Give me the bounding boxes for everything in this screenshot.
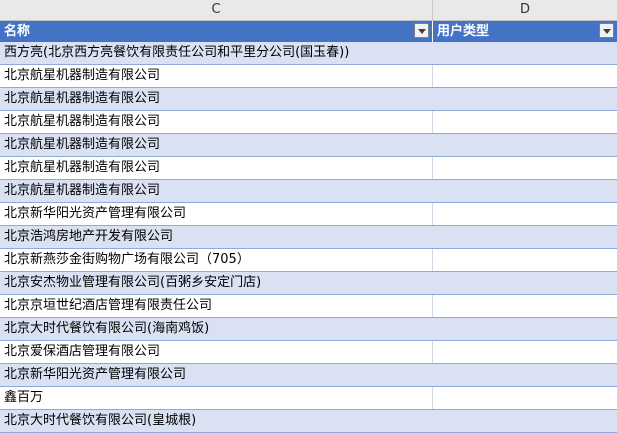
header-cell-user-type[interactable]: 用户类型	[433, 21, 617, 42]
user-type-cell[interactable]	[433, 42, 617, 64]
user-type-cell[interactable]	[433, 318, 617, 340]
table-row: 北京浩鸿房地产开发有限公司	[0, 226, 617, 249]
name-cell[interactable]: 北京新华阳光资产管理有限公司	[0, 364, 433, 386]
spreadsheet: C D 名称 用户类型 西方亮(北京西方亮餐饮有限责任公司和平里分公司(国玉春)…	[0, 0, 617, 433]
name-cell[interactable]: 北京航星机器制造有限公司	[0, 157, 433, 179]
name-cell[interactable]: 北京京垣世纪酒店管理有限责任公司	[0, 295, 433, 317]
table-row: 北京新燕莎金街购物广场有限公司（705）	[0, 249, 617, 272]
name-cell[interactable]: 北京航星机器制造有限公司	[0, 180, 433, 202]
table-row: 北京航星机器制造有限公司	[0, 134, 617, 157]
name-cell[interactable]: 北京爱保酒店管理有限公司	[0, 341, 433, 363]
name-cell[interactable]: 北京航星机器制造有限公司	[0, 111, 433, 133]
user-type-cell[interactable]	[433, 387, 617, 409]
table-row: 北京航星机器制造有限公司	[0, 88, 617, 111]
name-cell[interactable]: 北京新华阳光资产管理有限公司	[0, 203, 433, 225]
name-cell[interactable]: 北京航星机器制造有限公司	[0, 65, 433, 87]
name-cell[interactable]: 北京新燕莎金街购物广场有限公司（705）	[0, 249, 433, 271]
name-cell[interactable]: 鑫百万	[0, 387, 433, 409]
table-row: 北京航星机器制造有限公司	[0, 157, 617, 180]
table-body: 西方亮(北京西方亮餐饮有限责任公司和平里分公司(国玉春)) 北京航星机器制造有限公…	[0, 42, 617, 433]
user-type-cell[interactable]	[433, 410, 617, 432]
column-letter-bar: C D	[0, 0, 617, 21]
user-type-cell[interactable]	[433, 180, 617, 202]
user-type-cell[interactable]	[433, 65, 617, 87]
name-cell[interactable]: 北京浩鸿房地产开发有限公司	[0, 226, 433, 248]
table-row: 鑫百万	[0, 387, 617, 410]
table-row: 北京航星机器制造有限公司	[0, 180, 617, 203]
user-type-cell[interactable]	[433, 364, 617, 386]
name-cell[interactable]: 西方亮(北京西方亮餐饮有限责任公司和平里分公司(国玉春))	[0, 42, 433, 64]
table-row: 北京爱保酒店管理有限公司	[0, 341, 617, 364]
table-row: 西方亮(北京西方亮餐饮有限责任公司和平里分公司(国玉春))	[0, 42, 617, 65]
table-row: 北京航星机器制造有限公司	[0, 65, 617, 88]
user-type-cell[interactable]	[433, 157, 617, 179]
table-row: 北京新华阳光资产管理有限公司	[0, 364, 617, 387]
table-row: 北京京垣世纪酒店管理有限责任公司	[0, 295, 617, 318]
column-header-c[interactable]: C	[0, 0, 433, 20]
name-cell[interactable]: 北京安杰物业管理有限公司(百粥乡安定门店)	[0, 272, 433, 294]
header-user-type-label: 用户类型	[437, 24, 490, 39]
table-header-row: 名称 用户类型	[0, 21, 617, 42]
table-row: 北京大时代餐饮有限公司(海南鸡饭)	[0, 318, 617, 341]
table-row: 北京大时代餐饮有限公司(皇城根)	[0, 410, 617, 433]
filter-dropdown-icon[interactable]	[599, 23, 614, 38]
user-type-cell[interactable]	[433, 341, 617, 363]
user-type-cell[interactable]	[433, 249, 617, 271]
user-type-cell[interactable]	[433, 295, 617, 317]
header-cell-name[interactable]: 名称	[0, 21, 433, 42]
column-header-d[interactable]: D	[433, 0, 617, 20]
name-cell[interactable]: 北京大时代餐饮有限公司(海南鸡饭)	[0, 318, 433, 340]
user-type-cell[interactable]	[433, 134, 617, 156]
filter-dropdown-icon[interactable]	[414, 23, 429, 38]
user-type-cell[interactable]	[433, 226, 617, 248]
header-name-label: 名称	[4, 24, 31, 39]
user-type-cell[interactable]	[433, 111, 617, 133]
user-type-cell[interactable]	[433, 88, 617, 110]
user-type-cell[interactable]	[433, 203, 617, 225]
table-row: 北京航星机器制造有限公司	[0, 111, 617, 134]
name-cell[interactable]: 北京航星机器制造有限公司	[0, 88, 433, 110]
name-cell[interactable]: 北京航星机器制造有限公司	[0, 134, 433, 156]
user-type-cell[interactable]	[433, 272, 617, 294]
table-row: 北京新华阳光资产管理有限公司	[0, 203, 617, 226]
table-row: 北京安杰物业管理有限公司(百粥乡安定门店)	[0, 272, 617, 295]
name-cell[interactable]: 北京大时代餐饮有限公司(皇城根)	[0, 410, 433, 432]
